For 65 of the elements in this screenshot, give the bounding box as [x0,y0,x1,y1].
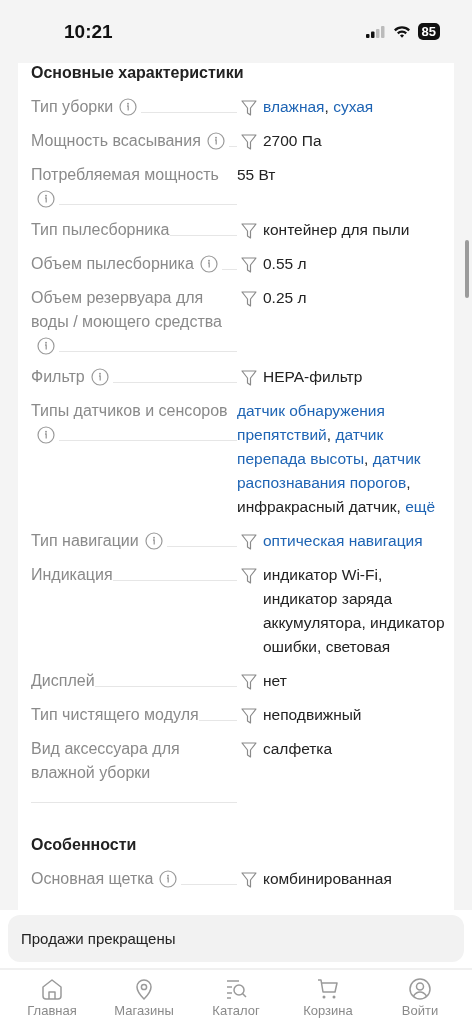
spec-value: влажная, сухая [263,97,374,117]
filter-icon[interactable] [241,672,257,690]
spec-value: 0.55 л [263,254,307,274]
spec-value: оптическая навигация [263,531,423,551]
status-time: 10:21 [64,21,113,43]
spec-value: HEPA-фильтр [263,367,363,387]
wifi-icon [392,25,411,38]
filter-icon[interactable] [241,98,257,116]
info-icon[interactable] [37,337,55,355]
filter-icon[interactable] [241,532,257,550]
spec-label: Мощность всасывания [31,131,201,151]
filter-icon[interactable] [241,221,257,239]
filter-icon[interactable] [241,368,257,386]
spec-value: 2700 Па [263,131,322,151]
spec-value: контейнер для пыли [263,220,410,240]
nav-tab[interactable]: Войти [380,976,460,1018]
info-icon[interactable] [206,132,225,150]
spec-value: салфетка [263,739,333,759]
info-icon[interactable] [37,190,55,208]
spec-label: Фильтр [31,367,85,387]
info-icon[interactable] [199,255,218,273]
spec-label: Тип пылесборника [31,220,170,240]
info-icon[interactable] [90,368,109,386]
spec-label: Типы датчиков и сенсоров [31,401,228,421]
spec-label: Тип уборки [31,97,114,117]
spec-value: 55 Вт [237,165,276,185]
spec-value: нет [263,671,287,691]
info-icon[interactable] [159,870,178,888]
spec-label: Вид аксессуара для влажной уборки [31,739,181,783]
filter-icon[interactable] [241,740,257,758]
nav-tab[interactable]: Каталог [196,976,276,1018]
info-icon[interactable] [144,532,163,550]
filter-icon[interactable] [241,870,257,888]
scrollbar[interactable] [465,240,469,298]
spec-label: Объем резервуара для воды / моющего средства [31,288,223,332]
nav-tab[interactable]: Главная [12,976,92,1018]
signal-icon [365,25,386,38]
nav-tab[interactable]: Корзина [288,976,368,1018]
home-icon [40,976,64,1001]
spec-label: Основная щетка [31,869,154,889]
spec-value: 0.25 л [263,288,307,308]
filter-icon[interactable] [241,132,257,150]
battery-indicator: 85 [417,23,440,40]
spec-label: Тип навигации [31,531,139,551]
spec-label: Объем пылесборника [31,254,194,274]
filter-icon[interactable] [241,566,257,584]
user-icon [408,976,432,1001]
spec-value: неподвижный [263,705,362,725]
spec-value: датчик обнаружения препятствий, датчик перепада высоты, датчик распознавания порогов, инфракрасный датчик, ещё [237,401,437,517]
spec-label: Тип чистящего модуля [31,705,199,725]
filter-icon[interactable] [241,706,257,724]
info-icon[interactable] [119,98,138,116]
section-heading: Основные характеристики [31,63,245,83]
spec-label: Потребляемая мощность [31,165,219,185]
info-icon[interactable] [37,426,55,444]
filter-icon[interactable] [241,289,257,307]
cart-icon [316,976,340,1001]
sales-stopped-notice: Продажи прекращены [8,915,464,962]
spec-value: индикатор Wi-Fi, индикатор заряда аккумулятора, индикатор ошибки, световая [263,565,446,657]
spec-label: Дисплей [31,671,95,691]
section-heading: Особенности [31,835,138,855]
nav-tab[interactable]: Магазины [104,976,184,1018]
spec-label: Индикация [31,565,113,585]
spec-value: комбинированная [263,869,392,889]
filter-icon[interactable] [241,255,257,273]
